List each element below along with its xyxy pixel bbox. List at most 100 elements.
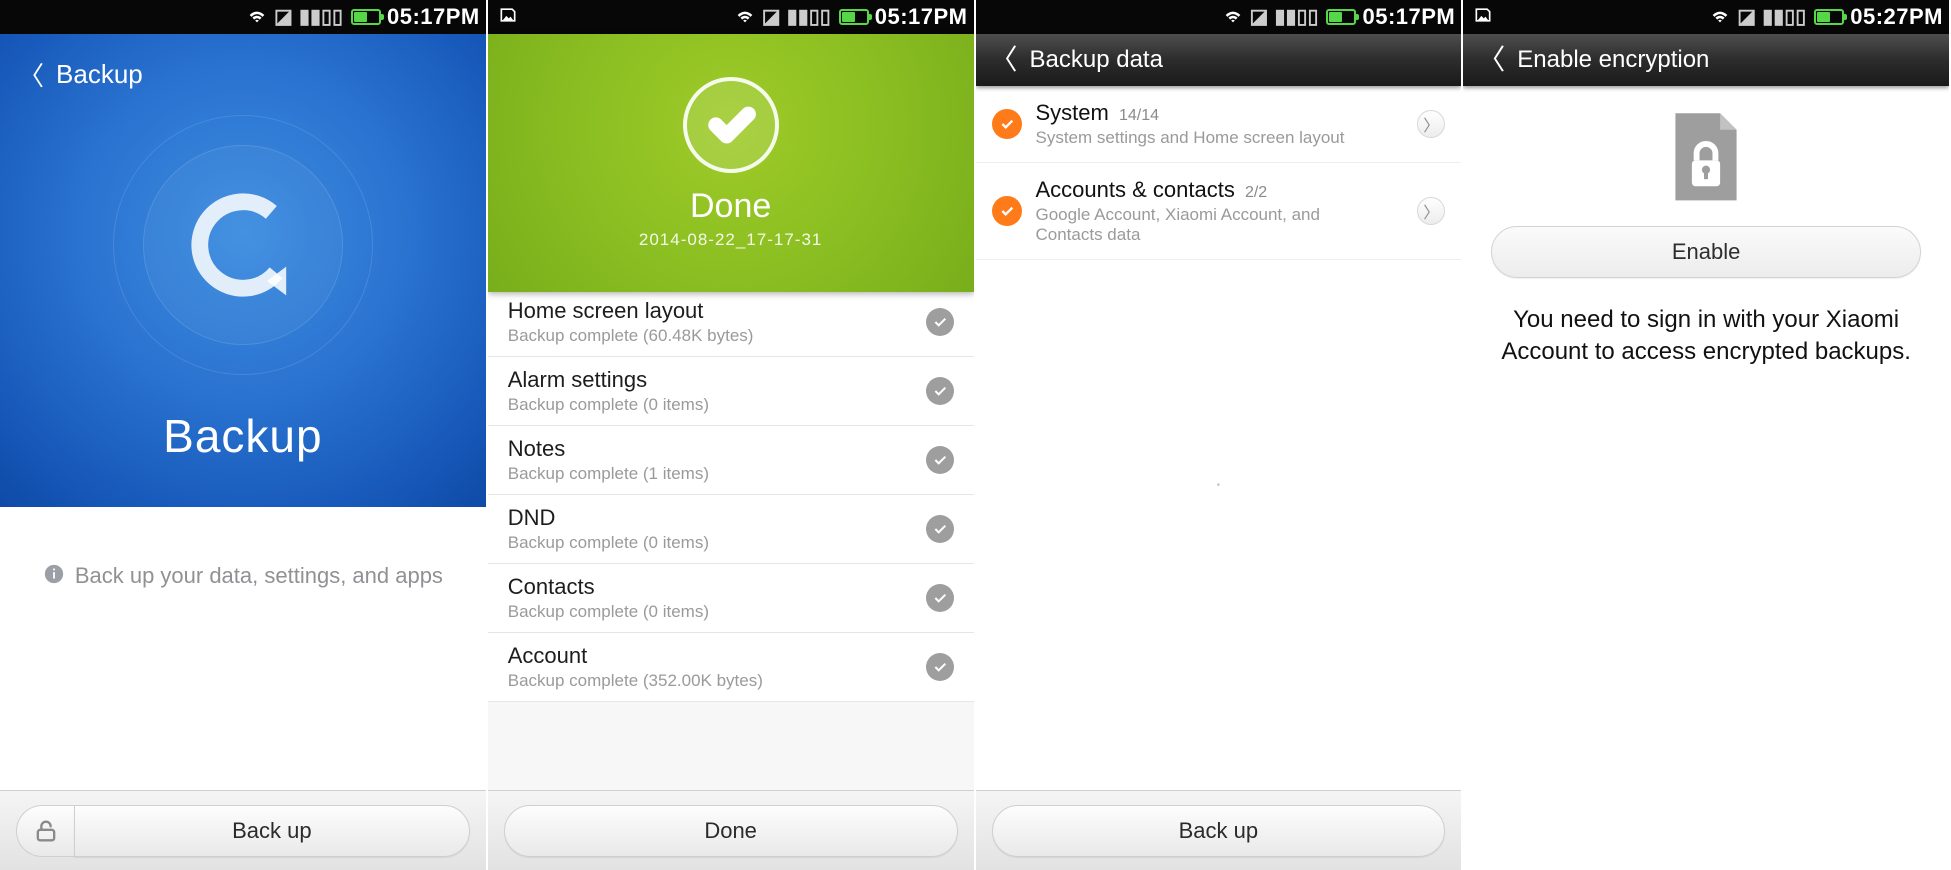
selected-check-icon [992, 196, 1022, 226]
check-icon [926, 515, 954, 543]
row-title: DND [508, 505, 926, 531]
backup-button[interactable]: Back up [992, 805, 1446, 857]
bottom-bar: Back up [0, 790, 486, 870]
row-title: Account [508, 643, 926, 669]
sim-icon: ◪ [1250, 7, 1269, 27]
category-title: Accounts & contacts 2/2 [1036, 177, 1404, 203]
row-title: Notes [508, 436, 926, 462]
backup-hero: 〈 Backup Backup [0, 34, 486, 507]
check-icon [926, 653, 954, 681]
status-clock: 05:17PM [875, 4, 968, 30]
hero-label: Backup [163, 409, 322, 463]
category-subtitle: Google Account, Xiaomi Account, and Cont… [1036, 205, 1356, 245]
row-subtitle: Backup complete (0 items) [508, 395, 926, 415]
page-title: Backup [56, 59, 143, 90]
screen-backup-done: ◪ ▮▮▯▯ 05:17PM Done 2014-08-22_17-17-31 … [488, 0, 976, 870]
encryption-body: Enable You need to sign in with your Xia… [1463, 86, 1949, 870]
sim-icon: ◪ [1737, 7, 1756, 27]
backup-button-label: Back up [1179, 818, 1259, 844]
screenshot-icon [1473, 5, 1493, 30]
encryption-lock-button[interactable] [16, 805, 74, 857]
encryption-message: You need to sign in with your Xiaomi Acc… [1491, 304, 1921, 369]
info-text-row: Back up your data, settings, and apps [0, 507, 486, 790]
status-bar: ◪ ▮▮▯▯ 05:17PM [488, 0, 974, 34]
selected-check-icon [992, 109, 1022, 139]
chevron-right-icon[interactable]: 〉 [1417, 197, 1445, 225]
nav-back[interactable]: 〈 Backup [0, 46, 486, 93]
backup-button-label: Back up [232, 818, 312, 844]
check-icon [926, 308, 954, 336]
done-hero: Done 2014-08-22_17-17-31 [488, 34, 974, 292]
category-count: 2/2 [1245, 184, 1267, 201]
row-subtitle: Backup complete (60.48K bytes) [508, 326, 926, 346]
signal-icon: ▮▮▯▯ [299, 7, 343, 27]
enable-button[interactable]: Enable [1491, 226, 1921, 278]
status-clock: 05:17PM [1362, 4, 1455, 30]
backup-result-row: AccountBackup complete (352.00K bytes) [488, 633, 974, 702]
signal-icon: ▮▮▯▯ [787, 7, 831, 27]
sim-icon: ◪ [274, 7, 293, 27]
info-text: Back up your data, settings, and apps [75, 563, 443, 589]
category-list: System 14/14System settings and Home scr… [976, 86, 1462, 260]
backup-result-row: NotesBackup complete (1 items) [488, 426, 974, 495]
page-title: Enable encryption [1517, 46, 1709, 74]
backup-item-list: Home screen layoutBackup complete (60.48… [488, 292, 974, 790]
overflow-dot-icon: • [976, 480, 1462, 491]
backup-result-row: ContactsBackup complete (0 items) [488, 564, 974, 633]
chevron-left-icon: 〈 [18, 56, 44, 93]
status-clock: 05:27PM [1850, 4, 1943, 30]
done-title: Done [690, 187, 771, 226]
category-subtitle: System settings and Home screen layout [1036, 128, 1356, 148]
chevron-left-icon: 〈 [990, 46, 1018, 74]
backup-logo-icon [113, 115, 373, 375]
battery-icon [351, 9, 381, 25]
spacer: • [976, 260, 1462, 790]
info-icon [43, 563, 65, 591]
battery-icon [1326, 9, 1356, 25]
signal-icon: ▮▮▯▯ [1762, 7, 1806, 27]
nav-back[interactable]: 〈 Backup data [976, 34, 1462, 86]
backup-category-row[interactable]: Accounts & contacts 2/2Google Account, X… [976, 163, 1462, 260]
done-timestamp: 2014-08-22_17-17-31 [639, 230, 822, 250]
row-title: Home screen layout [508, 298, 926, 324]
battery-icon [839, 9, 869, 25]
check-icon [926, 446, 954, 474]
wifi-icon [734, 4, 756, 31]
row-subtitle: Backup complete (0 items) [508, 602, 926, 622]
bottom-bar: Back up [976, 790, 1462, 870]
lock-document-icon [1661, 106, 1751, 206]
backup-result-row: Home screen layoutBackup complete (60.48… [488, 292, 974, 357]
screenshot-icon [498, 5, 518, 30]
chevron-left-icon: 〈 [1477, 46, 1505, 74]
signal-icon: ▮▮▯▯ [1274, 7, 1318, 27]
done-button-label: Done [704, 818, 757, 844]
battery-icon [1814, 9, 1844, 25]
backup-result-row: Alarm settingsBackup complete (0 items) [488, 357, 974, 426]
screen-backup-data: ◪ ▮▮▯▯ 05:17PM 〈 Backup data System 14/1… [976, 0, 1464, 870]
row-subtitle: Backup complete (352.00K bytes) [508, 671, 926, 691]
row-subtitle: Backup complete (0 items) [508, 533, 926, 553]
row-title: Alarm settings [508, 367, 926, 393]
check-icon [926, 377, 954, 405]
status-bar: ◪ ▮▮▯▯ 05:17PM [976, 0, 1462, 34]
bottom-bar: Done [488, 790, 974, 870]
wifi-icon [1709, 4, 1731, 31]
status-clock: 05:17PM [387, 4, 480, 30]
category-count: 14/14 [1119, 107, 1159, 124]
check-circle-icon [683, 77, 779, 173]
backup-category-row[interactable]: System 14/14System settings and Home scr… [976, 86, 1462, 163]
screen-enable-encryption: ◪ ▮▮▯▯ 05:27PM 〈 Enable encryption Enabl… [1463, 0, 1951, 870]
category-title: System 14/14 [1036, 100, 1404, 126]
page-title: Backup data [1030, 46, 1163, 74]
nav-back[interactable]: 〈 Enable encryption [1463, 34, 1949, 86]
wifi-icon [246, 4, 268, 31]
chevron-right-icon[interactable]: 〉 [1417, 110, 1445, 138]
status-bar: ◪ ▮▮▯▯ 05:27PM [1463, 0, 1949, 34]
status-bar: ◪ ▮▮▯▯ 05:17PM [0, 0, 486, 34]
wifi-icon [1222, 4, 1244, 31]
row-subtitle: Backup complete (1 items) [508, 464, 926, 484]
check-icon [926, 584, 954, 612]
screen-backup-main: ◪ ▮▮▯▯ 05:17PM 〈 Backup Backup Back up y… [0, 0, 488, 870]
backup-button[interactable]: Back up [74, 805, 470, 857]
done-button[interactable]: Done [504, 805, 958, 857]
